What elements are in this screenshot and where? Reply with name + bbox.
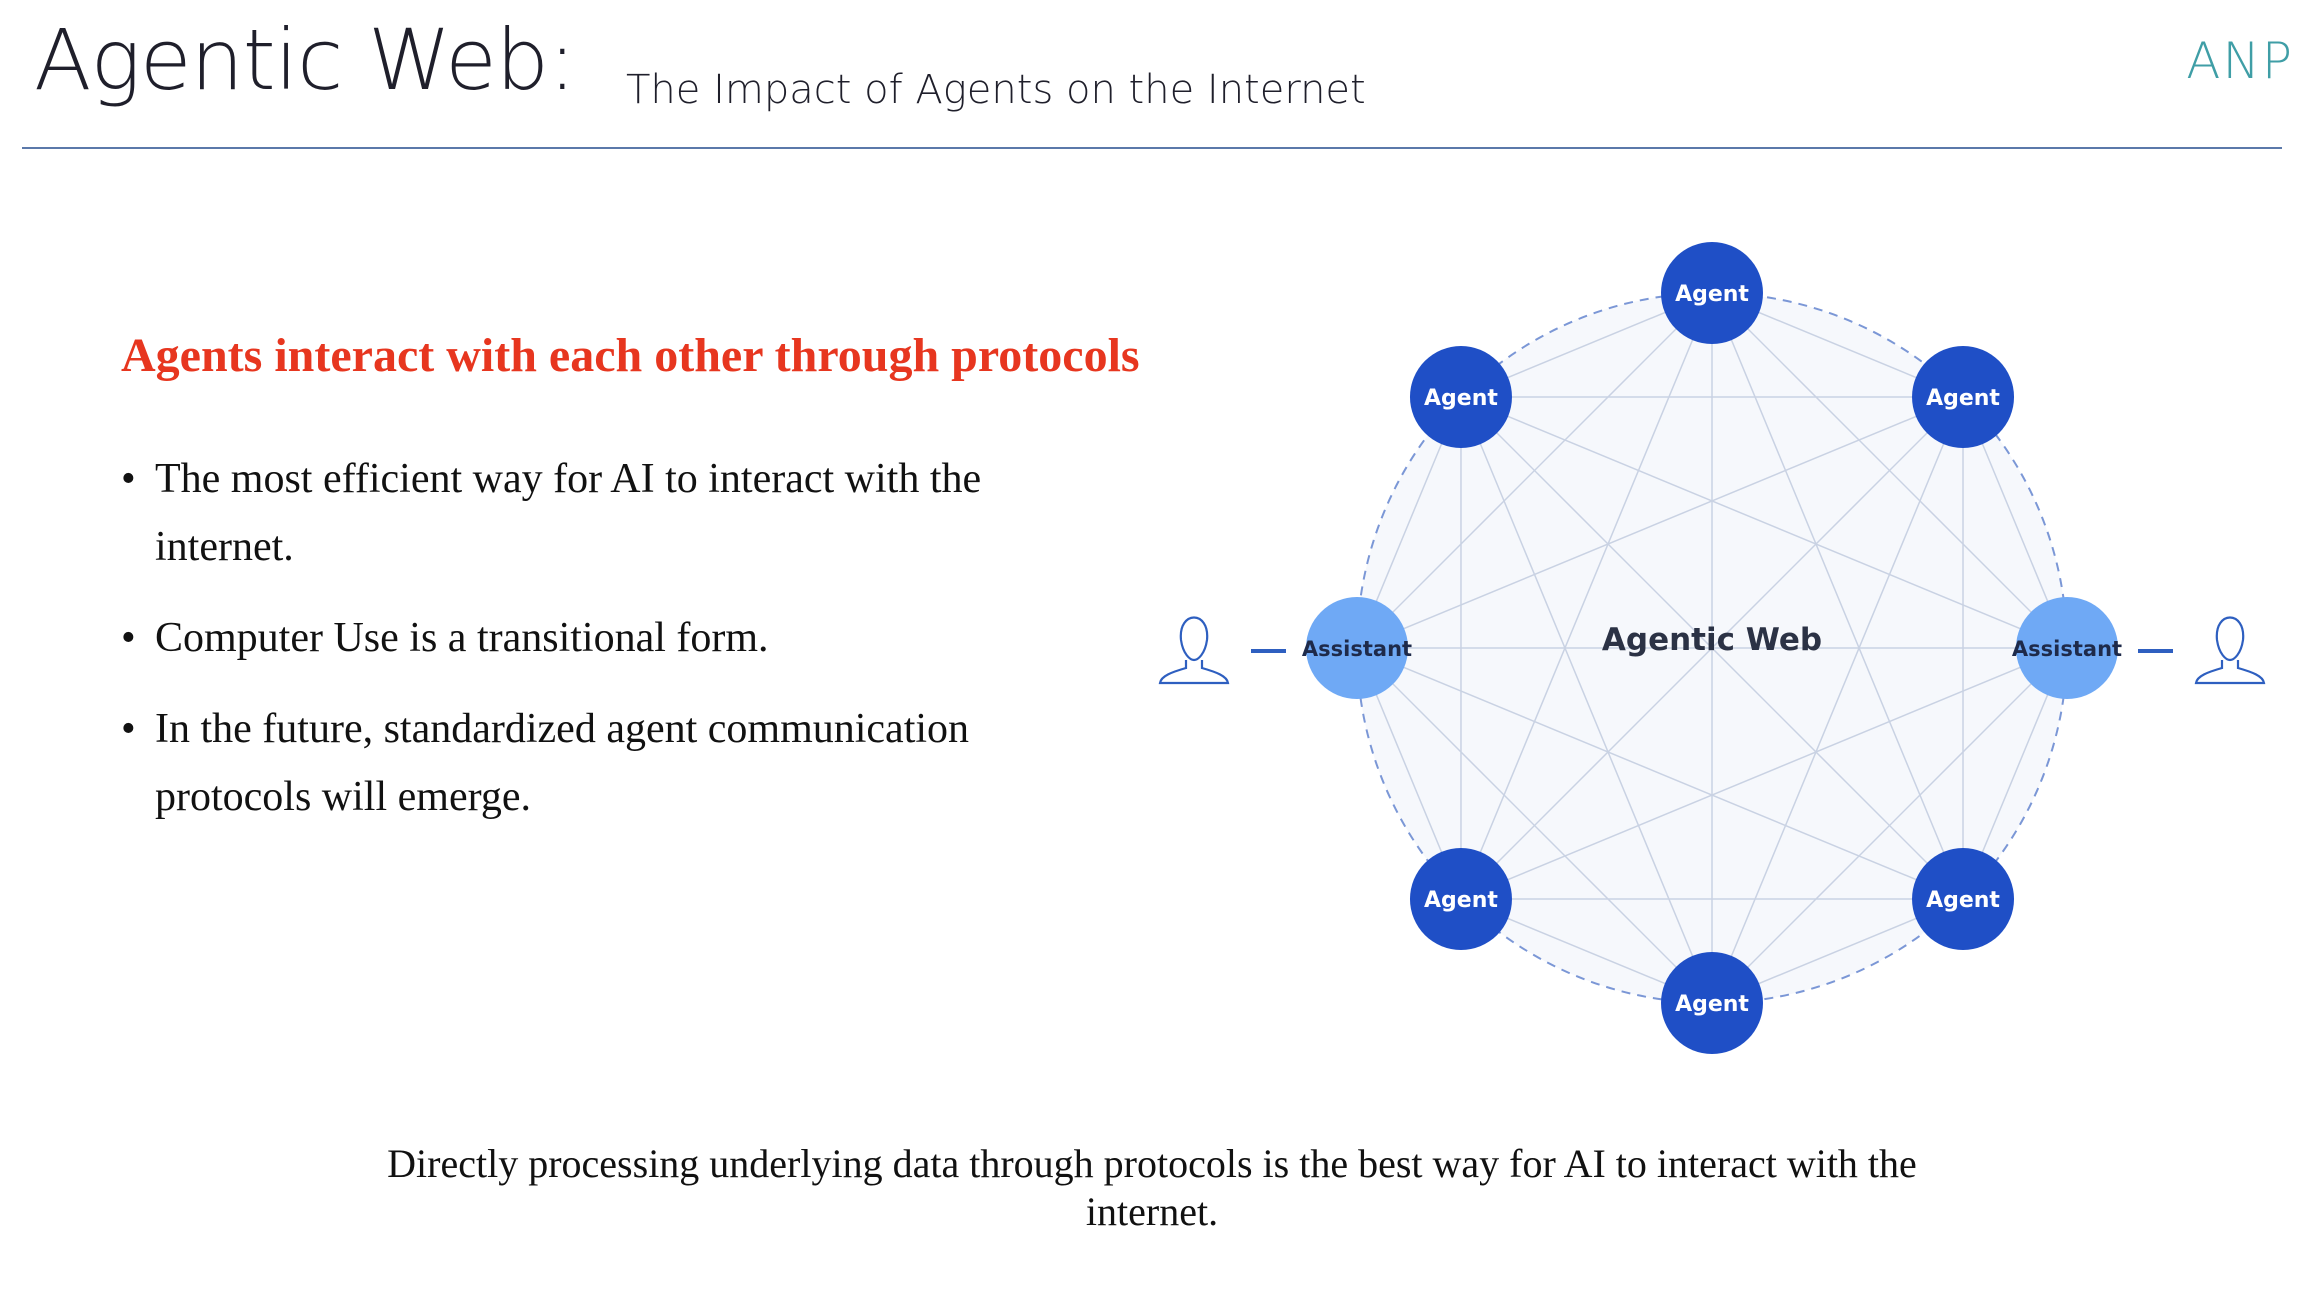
node-label: Agent	[1424, 888, 1498, 913]
user-icon	[1158, 616, 1230, 685]
agent-node: Agent	[1409, 345, 1512, 448]
user-icon	[2194, 616, 2266, 685]
node-label: Agent	[1675, 282, 1749, 307]
agent-node: Agent	[1661, 952, 1763, 1054]
agentic-web-diagram: Agent Agent Assistant Agent Agent Agent Assist…	[1158, 242, 2266, 1054]
node-label: Agent	[1926, 386, 2000, 411]
node-label: Assistant	[2012, 637, 2122, 661]
agent-node: Agent	[1661, 242, 1763, 344]
agent-node: Agent	[1912, 345, 2015, 448]
agent-node: Agent	[1409, 848, 1512, 951]
agent-node: Agent	[1912, 848, 2015, 951]
bottom-caption: Directly processing underlying data thro…	[387, 1141, 1917, 1234]
node-label: Agent	[1675, 992, 1749, 1017]
node-label: Agent	[1926, 888, 2000, 913]
center-label: Agentic Web	[1602, 622, 1822, 658]
node-label: Assistant	[1302, 637, 1412, 661]
node-label: Agent	[1424, 386, 1498, 411]
